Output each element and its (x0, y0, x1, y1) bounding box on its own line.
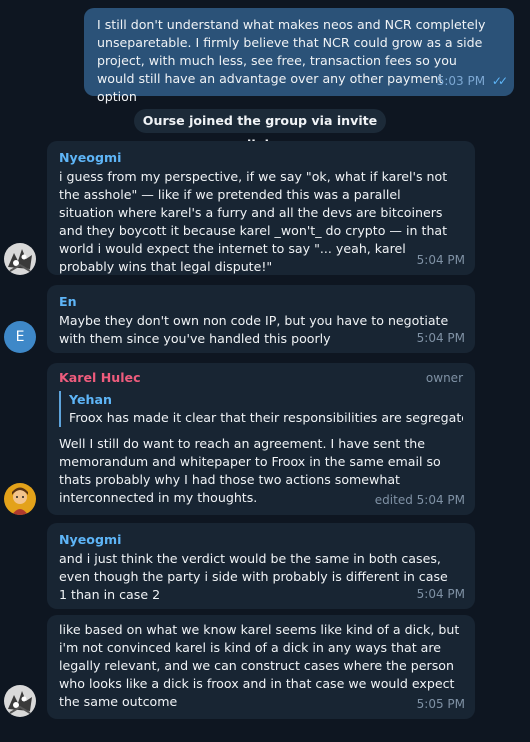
reply-preview[interactable]: Yehan Froox has made it clear that their… (59, 391, 463, 427)
sender-name[interactable]: En (59, 293, 463, 311)
message-text: and i just think the verdict would be th… (59, 551, 448, 602)
message-time: 5:04 PM (416, 587, 465, 601)
message-time: 5:03 PM (436, 74, 486, 88)
sender-name[interactable]: Nyeogmi (59, 149, 463, 167)
message-time: 5:04 PM (416, 253, 465, 267)
outgoing-message[interactable]: I still don't understand what makes neos… (84, 8, 514, 104)
reply-text: Froox has made it clear that their respo… (69, 410, 463, 425)
double-check-icon: ✓✓ (491, 74, 508, 88)
chat-history[interactable]: I still don't understand what makes neos… (0, 0, 530, 742)
message-text: i guess from my perspective, if we say "… (59, 169, 448, 274)
nyeogmi-avatar-icon[interactable] (4, 243, 36, 275)
reply-sender: Yehan (69, 392, 112, 407)
incoming-message[interactable]: Nyeogmi and i just think the verdict wou… (47, 523, 475, 609)
sender-name[interactable]: Nyeogmi (59, 531, 463, 549)
karel-avatar-icon[interactable] (4, 483, 36, 515)
en-avatar[interactable]: E (4, 321, 36, 353)
message-time: 5:04 PM (416, 331, 465, 345)
sender-name[interactable]: Karel Hulec (59, 369, 463, 387)
message-text: Maybe they don't own non code IP, but yo… (59, 313, 449, 346)
incoming-message[interactable]: Karel Hulec owner Yehan Froox has made i… (47, 363, 475, 515)
message-time: edited 5:04 PM (374, 493, 465, 507)
nyeogmi-avatar-icon[interactable] (4, 685, 36, 717)
message-text: I still don't understand what makes neos… (97, 17, 486, 104)
incoming-message[interactable]: En Maybe they don't own non code IP, but… (47, 285, 475, 353)
incoming-message[interactable]: like based on what we know karel seems l… (47, 615, 475, 719)
message-text: like based on what we know karel seems l… (59, 622, 460, 709)
message-time: 5:05 PM (416, 697, 465, 711)
incoming-message[interactable]: Nyeogmi i guess from my perspective, if … (47, 141, 475, 275)
message-meta: 5:03 PM ✓✓ (436, 72, 508, 90)
owner-badge: owner (425, 371, 463, 385)
service-message: Ourse joined the group via invite link (134, 109, 386, 152)
